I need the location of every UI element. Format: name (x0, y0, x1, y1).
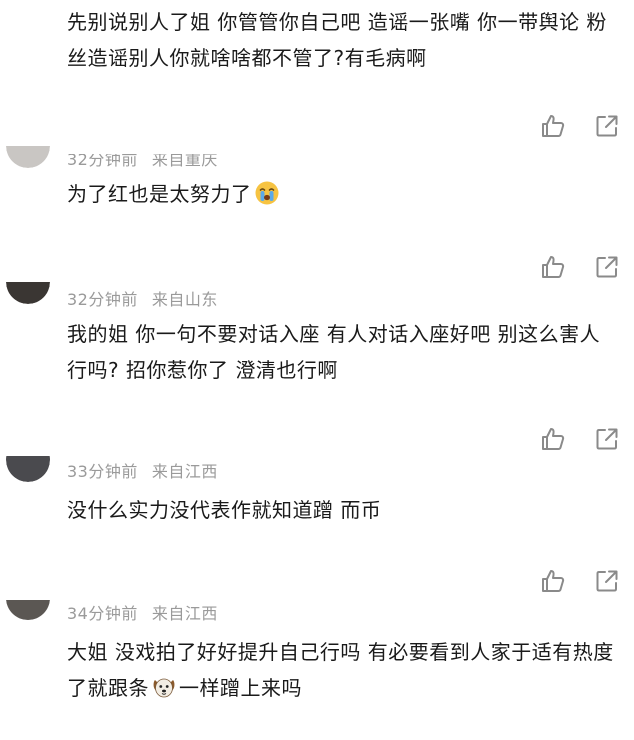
comment-text-content: 为了红也是太努力了 (67, 182, 252, 206)
comment-actions (540, 568, 624, 596)
comment-text: 先别说别人了姐 你管管你自己吧 造谣一张嘴 你一带舆论 粉丝造谣别人你就啥啥都不… (67, 10, 607, 70)
comment-actions (540, 113, 624, 141)
comment-location: 来自山东 (151, 290, 218, 309)
comment-time: 33分钟前 (67, 462, 138, 481)
comment-list: 先别说别人了姐 你管管你自己吧 造谣一张嘴 你一带舆论 粉丝造谣别人你就啥啥都不… (0, 0, 634, 740)
comment-text: 大姐 没戏拍了好好提升自己行吗 有必要看到人家于适有热度了就跟条 一样蹭上来吗 (67, 634, 617, 706)
share-icon[interactable] (594, 426, 620, 452)
comment-meta: 32分钟前 来自重庆 (67, 150, 218, 170)
comment-text-content: 一样蹭上来吗 (179, 676, 302, 700)
comment-text: 为了红也是太努力了 (67, 176, 617, 212)
comment-location: 来自江西 (151, 604, 218, 623)
comment-time: 32分钟前 (67, 290, 138, 309)
avatar[interactable] (6, 456, 50, 482)
thumbs-up-icon[interactable] (540, 113, 566, 139)
comment-time: 34分钟前 (67, 604, 138, 623)
thumbs-up-icon[interactable] (540, 568, 566, 594)
comment-text: 没什么实力没代表作就知道蹭 而币 (67, 498, 382, 522)
share-icon[interactable] (594, 254, 620, 280)
share-icon[interactable] (594, 113, 620, 139)
avatar[interactable] (6, 600, 50, 620)
comment-text: 我的姐 你一句不要对话入座 有人对话入座好吧 别这么害人行吗? 招你惹你了 澄清… (67, 322, 601, 382)
dog-face-icon (153, 678, 175, 698)
avatar[interactable] (6, 282, 50, 304)
avatar[interactable] (6, 146, 50, 168)
comment-meta: 33分钟前 来自江西 (67, 458, 218, 482)
crying-face-icon (255, 181, 278, 205)
comment-actions (540, 254, 624, 282)
comment-meta: 34分钟前 来自江西 (67, 604, 218, 624)
comment-time: 32分钟前 (67, 150, 138, 169)
comment-actions (540, 426, 624, 454)
share-icon[interactable] (594, 568, 620, 594)
thumbs-up-icon[interactable] (540, 254, 566, 280)
comment-location: 来自江西 (151, 462, 218, 481)
comment-text-content: 大姐 没戏拍了好好提升自己行吗 有必要看到人家于适有热度了就跟条 (67, 640, 614, 700)
comment-meta: 32分钟前 来自山东 (67, 286, 218, 310)
comment-location: 来自重庆 (151, 150, 218, 169)
thumbs-up-icon[interactable] (540, 426, 566, 452)
